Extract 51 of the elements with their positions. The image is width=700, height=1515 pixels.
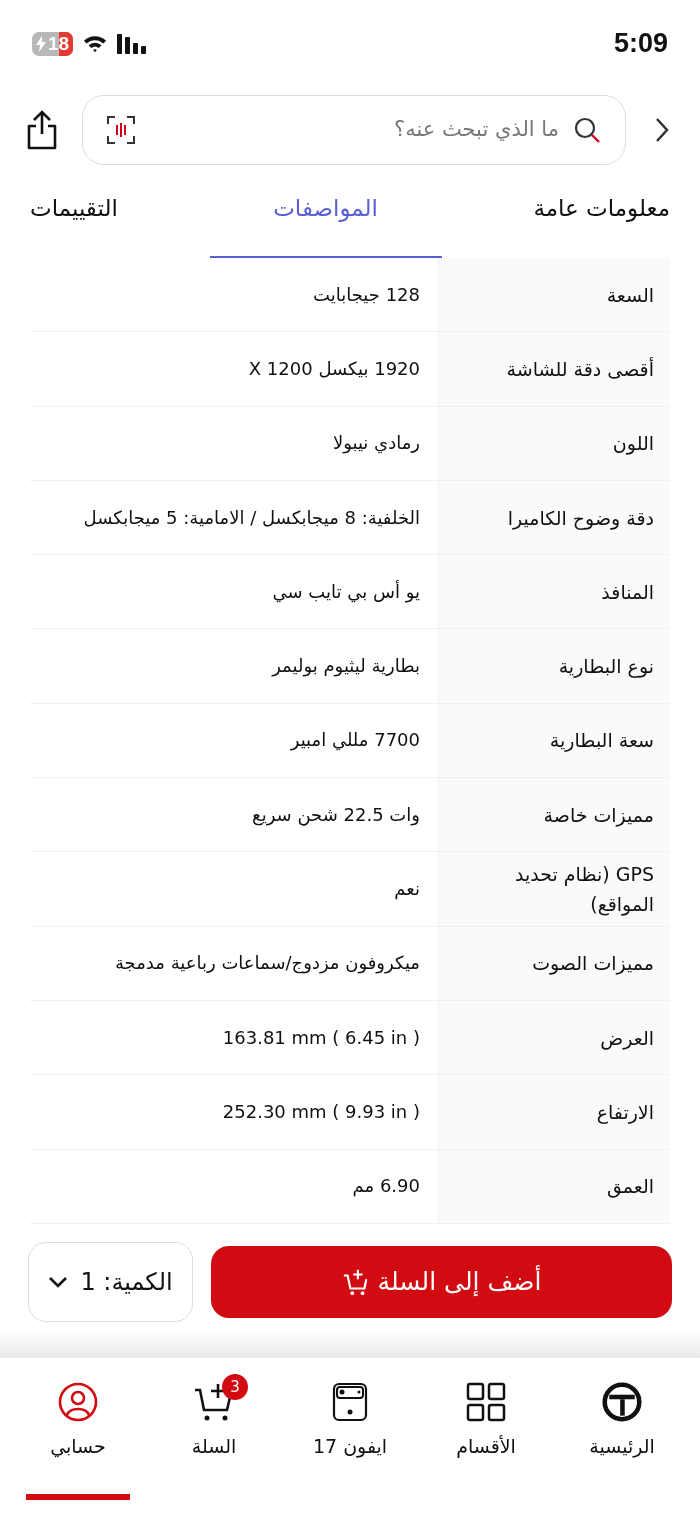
grid-icon [466,1381,506,1422]
tab[interactable]: التقييمات [30,185,118,258]
spec-label: الارتفاع [438,1075,670,1149]
spec-label: العرض [438,1000,670,1075]
chevron-icon [655,117,669,143]
nav-item[interactable]: حسابي [26,1373,130,1500]
spec-label: مميزات الصوت [438,926,670,1000]
search-icon [573,116,601,144]
spec-label: دقة وضوح الكاميرا [438,480,670,555]
spec-label: مميزات خاصة [438,778,670,852]
tab[interactable]: المواصفات [209,185,442,258]
charging-icon [36,35,46,52]
spec-value: 252.30 mm ( 9.93 in ) [221,1099,421,1124]
spec-value: يو أس بي تايب سي [271,579,421,605]
spec-label: اللون [438,406,670,480]
spec-value: الخلفية: 8 ميجابكسل / الامامية: 5 ميجابكسل [82,505,421,530]
spec-value: 163.81 mm ( 6.45 in ) [221,1025,421,1050]
nav-item[interactable]: ايفون 17 [298,1373,402,1500]
spec-label: العمق [438,1149,670,1223]
spec-value: نعم [393,877,421,902]
spec-label: GPS (نظام تحديد المواقع) [438,852,670,926]
spec-value: 6.90 مم [351,1174,421,1199]
phone-icon [330,1381,370,1422]
tab[interactable]: معلومات عامة [533,185,670,258]
battery-level: 18 [48,34,70,53]
spec-value: وات 22.5 شحن سريع [251,802,421,828]
quantity-dropdown[interactable]: الكمية: 1 [28,1241,193,1322]
nav-item[interactable]: الرئيسية [570,1373,674,1500]
user-icon [58,1381,98,1422]
add-to-cart-button[interactable]: أضف إلى السلة [211,1245,672,1318]
spec-label: المنافذ [438,555,670,629]
nav-item[interactable]: الأقسام [434,1373,538,1500]
spec-label: نوع البطارية [438,629,670,703]
search-field[interactable]: ما الذي تبحث عنه؟ [149,114,559,146]
spec-label: أقصى دقة للشاشة [438,332,670,406]
cart-plus-icon [341,1267,370,1296]
spec-label: السعة [438,258,670,332]
search-bar[interactable]: ما الذي تبحث عنه؟ [82,95,626,165]
logo-icon [602,1381,642,1422]
scan-icon[interactable] [107,116,135,144]
chevron-down-icon [48,1275,69,1288]
spec-value: 7700 مللي امبير [289,728,421,753]
spec-value: بطارية ليثيوم بوليمر [270,654,421,679]
spec-value: 1920 بيكسل X 1200 [247,356,421,381]
spec-value: رمادي نيبولا [331,431,421,456]
spec-value: 128 جيجابايت [312,282,421,307]
cart-count-badge: 3 [222,1373,248,1400]
wifi-icon [83,34,108,53]
status-time: 5:09 [613,27,668,61]
spec-label: سعة البطارية [438,703,670,778]
spec-value: ميكروفون مزدوج/سماعات رباعية مدمجة [113,951,421,976]
